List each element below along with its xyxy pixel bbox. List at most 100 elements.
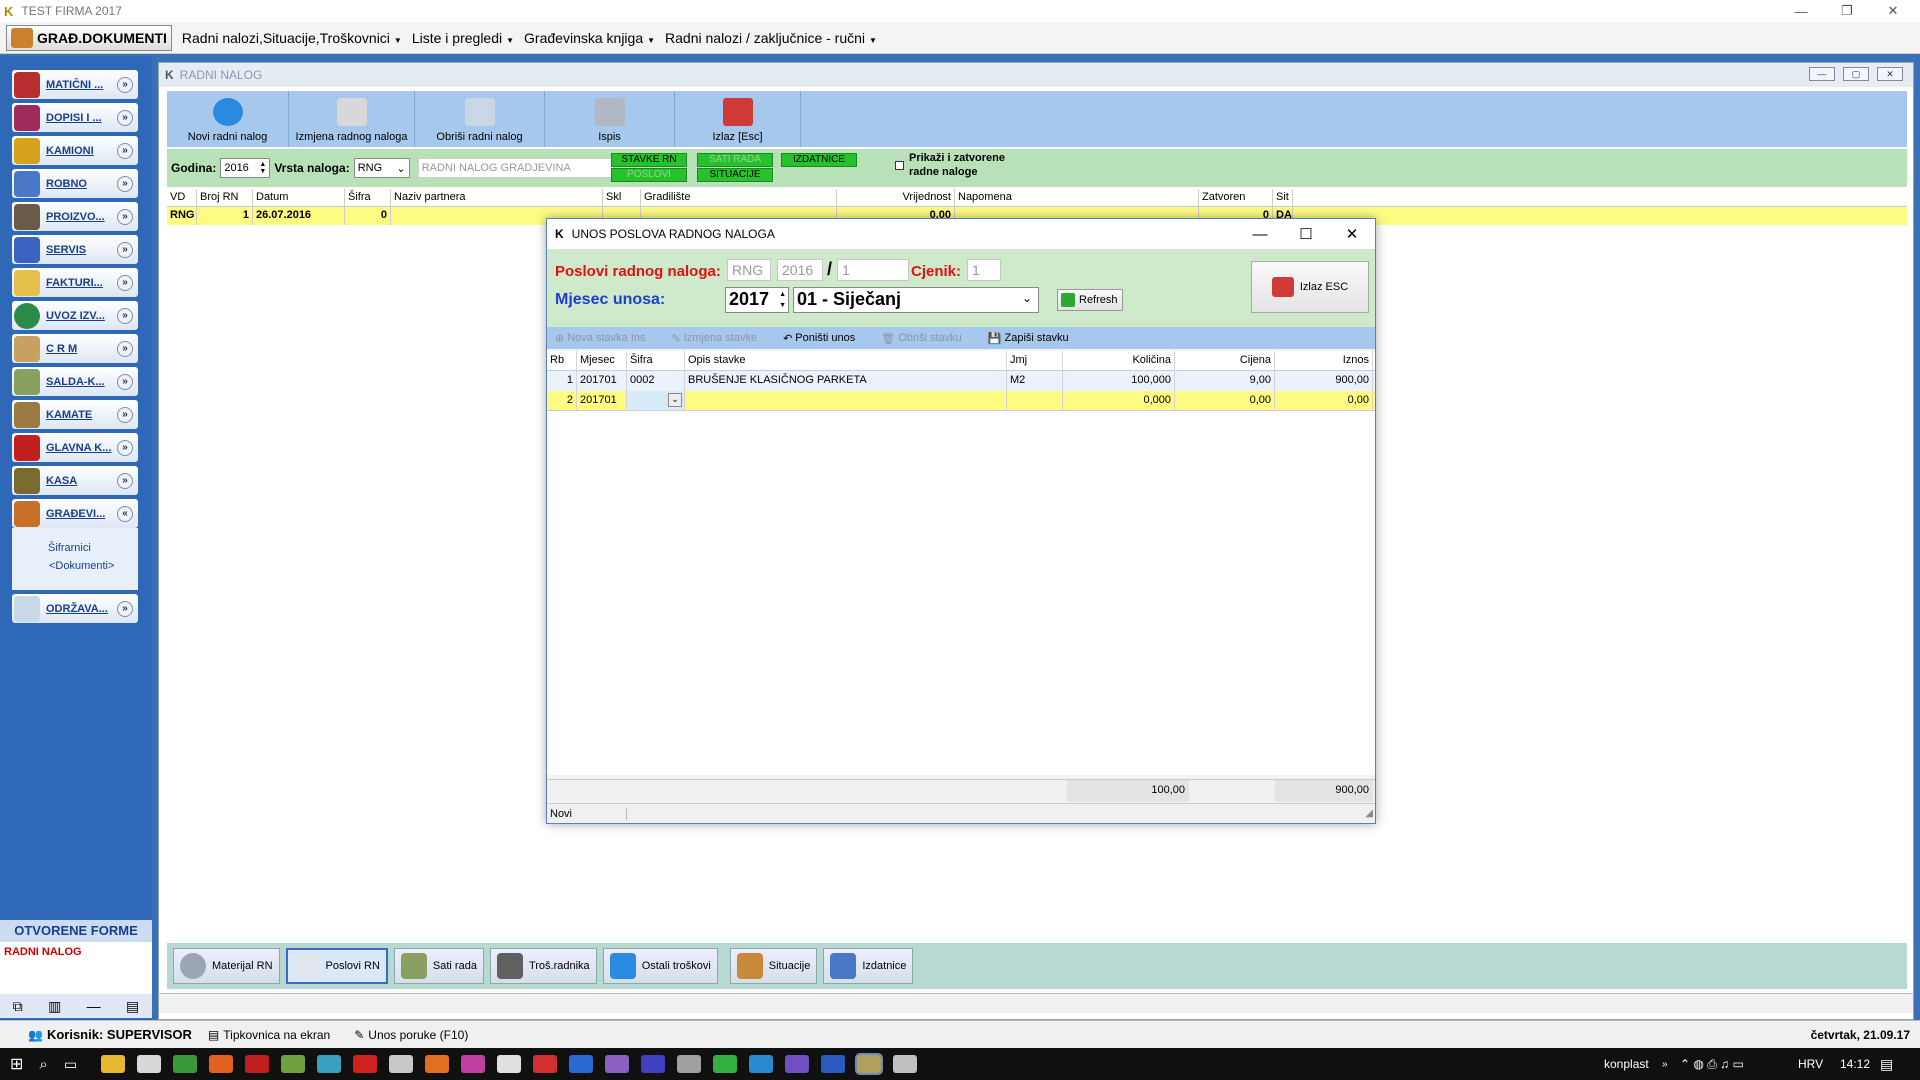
app-icon[interactable] xyxy=(209,1055,234,1073)
app-icon[interactable] xyxy=(245,1055,270,1073)
dialog-minimize-icon[interactable]: — xyxy=(1237,219,1283,249)
zapisi-stavku-button[interactable]: 💾 Zapiši stavku xyxy=(988,332,1069,345)
spin-icon[interactable]: ▲ ▼ xyxy=(779,289,786,311)
app-icon[interactable] xyxy=(533,1055,558,1073)
sidebar-item-salda[interactable]: SALDA-K... » xyxy=(12,367,138,396)
tab-poslovi-rn[interactable]: Poslovi RN xyxy=(285,948,388,984)
minimize-icon[interactable]: — xyxy=(1778,0,1824,22)
resize-grip-icon[interactable]: ◢ xyxy=(1365,808,1373,819)
col-sifra[interactable]: Šifra xyxy=(345,189,391,206)
app-icon[interactable] xyxy=(641,1055,666,1073)
cell[interactable]: 0,000 xyxy=(1063,391,1175,410)
col-sit[interactable]: Sit xyxy=(1273,189,1293,206)
tab-sati-rada[interactable]: Sati rada xyxy=(393,948,484,984)
restore-icon[interactable]: ❐ xyxy=(1824,0,1870,22)
keyboard-icon[interactable]: ▤ xyxy=(208,1028,219,1042)
tab-materijal-rn[interactable]: Materijal RN xyxy=(173,948,280,984)
dialog-close-icon[interactable]: ✕ xyxy=(1329,219,1375,249)
app-icon[interactable] xyxy=(353,1055,378,1073)
sidebar-item-proizvodnja[interactable]: PROIZVO... » xyxy=(12,202,138,231)
sidebar-item-uvoz[interactable]: UVOZ IZV... » xyxy=(12,301,138,330)
col-rb[interactable]: Rb xyxy=(547,351,577,370)
child-minimize-icon[interactable]: — xyxy=(1809,67,1835,81)
sidebar-item-kamate[interactable]: KAMATE » xyxy=(12,400,138,429)
chevron-down-icon[interactable]: » xyxy=(117,208,133,225)
obrisi-radni-nalog-button[interactable]: Obriši radni nalog xyxy=(415,91,545,147)
chevron-down-icon[interactable]: » xyxy=(117,241,133,258)
whatsapp-icon[interactable] xyxy=(713,1055,738,1073)
tray-icons[interactable]: ⌃ ◍ ⎙ ♫ ▭ xyxy=(1680,1057,1744,1072)
table-row-editing[interactable]: 2 201701 ⌄ 0,000 0,00 0,00 xyxy=(547,391,1375,411)
chevron-down-icon[interactable]: » xyxy=(117,175,133,192)
sidebar-sub-dokumenti[interactable]: <Dokumenti> xyxy=(49,560,114,572)
chevron-down-icon[interactable]: » xyxy=(117,274,133,291)
notifications-icon[interactable]: ▤ xyxy=(1880,1056,1893,1073)
sidebar-item-dopisi[interactable]: DOPISI I ... » xyxy=(12,103,138,132)
situacije-button[interactable]: SITUACIJE xyxy=(697,168,773,182)
col-datum[interactable]: Datum xyxy=(253,189,345,206)
sidebar-item-glavna-knjiga[interactable]: GLAVNA K... » xyxy=(12,433,138,462)
cell[interactable] xyxy=(1007,391,1063,410)
file-explorer-icon[interactable] xyxy=(101,1055,126,1073)
stavke-rn-button[interactable]: STAVKE RN xyxy=(611,153,687,167)
col-skl[interactable]: Skl xyxy=(603,189,641,206)
spin-icon[interactable]: ▲ ▼ xyxy=(259,161,266,175)
app-icon[interactable] xyxy=(425,1055,450,1073)
col-napomena[interactable]: Napomena xyxy=(955,189,1199,206)
taskbar-lang[interactable]: HRV xyxy=(1798,1057,1823,1071)
chevron-down-icon[interactable]: » xyxy=(117,109,133,126)
app-icon[interactable] xyxy=(569,1055,594,1073)
chevron-down-icon[interactable]: » xyxy=(117,472,133,489)
app-icon[interactable] xyxy=(677,1055,702,1073)
tab-ostali-troskovi[interactable]: Ostali troškovi xyxy=(602,948,718,984)
menu-gradjevinska-knjiga[interactable]: Građevinska knjiga ▼ xyxy=(524,30,655,46)
store-icon[interactable] xyxy=(137,1055,162,1073)
chevron-down-icon[interactable]: » xyxy=(117,406,133,423)
chevron-down-icon[interactable]: » xyxy=(117,600,133,617)
child-close-icon[interactable]: ✕ xyxy=(1877,67,1903,81)
mjesec-select[interactable]: 01 - Siječanj ⌄ xyxy=(793,287,1039,313)
izlaz-esc-button[interactable]: Izlaz ESC xyxy=(1251,261,1369,313)
col-kolicina[interactable]: Količina xyxy=(1063,351,1175,370)
col-zatvoren[interactable]: Zatvoren xyxy=(1199,189,1273,206)
chevron-up-icon[interactable]: « xyxy=(117,505,133,522)
skype-icon[interactable] xyxy=(749,1055,774,1073)
taskbar-time[interactable]: 14:12 xyxy=(1840,1057,1870,1071)
izmjena-radnog-naloga-button[interactable]: Izmjena radnog naloga xyxy=(289,91,415,147)
tab-tros-radnika[interactable]: Troš.radnika xyxy=(489,948,597,984)
sidebar-item-servis[interactable]: SERVIS » xyxy=(12,235,138,264)
sidebar-item-robno[interactable]: ROBNO » xyxy=(12,169,138,198)
col-iznos[interactable]: Iznos xyxy=(1275,351,1373,370)
search-icon[interactable]: ⌕ xyxy=(39,1056,47,1073)
keyboard-label[interactable]: Tipkovnica na ekran xyxy=(223,1028,330,1042)
app-icon[interactable] xyxy=(389,1055,414,1073)
nova-stavka-button[interactable]: ⊕ Nova stavka Ins xyxy=(555,332,645,345)
ponisti-unos-button[interactable]: ↶ Poništi unos xyxy=(783,332,855,345)
sati-rada-button[interactable]: SATI RADA xyxy=(697,153,773,167)
chrome-icon[interactable] xyxy=(173,1055,198,1073)
mjesec-godina-spinner[interactable]: 2017 ▲ ▼ xyxy=(725,287,789,313)
app-icon[interactable] xyxy=(317,1055,342,1073)
cell[interactable] xyxy=(685,391,1007,410)
novi-radni-nalog-button[interactable]: Novi radni nalog xyxy=(167,91,289,147)
chevrons-icon[interactable]: » xyxy=(1662,1059,1668,1070)
sidebar-item-odrzavanje[interactable]: ODRŽAVA... » xyxy=(12,594,138,623)
col-broj-rn[interactable]: Broj RN xyxy=(197,189,253,206)
col-vrijednost[interactable]: Vrijednost xyxy=(837,189,955,206)
chevron-down-icon[interactable]: » xyxy=(117,340,133,357)
child-restore-icon[interactable]: ▢ xyxy=(1843,67,1869,81)
word-icon[interactable] xyxy=(821,1055,846,1073)
izlaz-button[interactable]: Izlaz [Esc] xyxy=(675,91,801,147)
menu-liste[interactable]: Liste i pregledi ▼ xyxy=(412,30,514,46)
obrisi-stavku-button[interactable]: 🗑 Obriši stavku xyxy=(881,332,962,345)
cell[interactable]: 0,00 xyxy=(1175,391,1275,410)
chevron-down-icon[interactable]: ⌄ xyxy=(668,393,682,407)
ispis-button[interactable]: Ispis xyxy=(545,91,675,147)
sidebar-item-kasa[interactable]: KASA » xyxy=(12,466,138,495)
cascade-icon[interactable]: ⧉ xyxy=(13,998,23,1015)
sidebar-item-maticni[interactable]: MATIČNI ... » xyxy=(12,70,138,99)
message-icon[interactable]: ✎ xyxy=(354,1028,364,1042)
tile-vertical-icon[interactable]: ▥ xyxy=(48,998,61,1015)
grad-dokumenti-button[interactable]: GRAĐ.DOKUMENTI xyxy=(6,24,172,51)
tab-izdatnice[interactable]: Izdatnice xyxy=(823,948,914,984)
